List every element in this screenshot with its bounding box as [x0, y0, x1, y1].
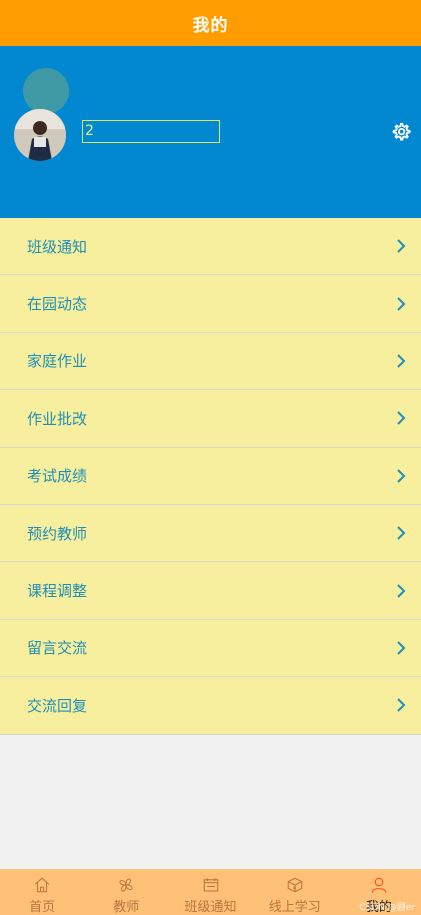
menu-item-messages[interactable]: 留言交流 [0, 619, 421, 678]
notice-icon [203, 878, 218, 892]
menu-item-replies[interactable]: 交流回复 [0, 677, 421, 735]
chevron-right-icon [397, 469, 406, 483]
chevron-right-icon [397, 411, 406, 426]
menu-item-label: 预约教师 [27, 524, 88, 543]
menu-item-book-teacher[interactable]: 预约教师 [0, 504, 421, 563]
menu-item-course-adjust[interactable]: 课程调整 [0, 562, 421, 620]
menu-item-label: 留言交流 [27, 639, 88, 658]
user-icon [371, 877, 387, 893]
tab-online-study[interactable]: 线上学习 [253, 869, 337, 915]
chevron-right-icon [397, 354, 406, 368]
tab-label: 线上学习 [268, 900, 321, 915]
menu-item-homework[interactable]: 家庭作业 [0, 332, 421, 391]
online-study-icon [287, 877, 302, 893]
teacher-icon [119, 878, 133, 892]
page-title: 我的 [192, 15, 229, 36]
menu-item-exam-scores[interactable]: 考试成绩 [0, 447, 421, 505]
avatar[interactable] [14, 109, 66, 161]
chevron-right-icon [397, 239, 406, 253]
menu-item-label: 作业批改 [27, 409, 88, 428]
tab-home[interactable]: 首页 [0, 869, 84, 915]
tab-label: 教师 [113, 900, 140, 915]
chevron-right-icon [397, 583, 406, 598]
menu-item-label: 交流回复 [27, 696, 88, 715]
chevron-right-icon [397, 296, 406, 311]
menu-item-campus-activity[interactable]: 在园动态 [0, 275, 421, 333]
tab-label: 班级通知 [184, 900, 237, 915]
username-field[interactable]: 2 [82, 120, 220, 143]
tab-teacher[interactable]: 教师 [84, 869, 168, 915]
menu-item-label: 考试成绩 [27, 467, 88, 486]
tab-class-notice[interactable]: 班级通知 [168, 869, 252, 915]
chevron-right-icon [397, 698, 406, 713]
menu-list: 班级通知 在园动态 家庭作业 作业批改 考试成绩 预约教师 课程调整 留言交流 … [0, 218, 421, 735]
menu-item-homework-grading[interactable]: 作业批改 [0, 390, 421, 448]
top-bar: 我的 [0, 0, 421, 46]
home-icon [34, 877, 50, 893]
avatar-placeholder-circle [23, 68, 69, 114]
menu-item-label: 在园动态 [27, 295, 88, 314]
menu-item-class-notice[interactable]: 班级通知 [0, 218, 421, 276]
gear-icon[interactable] [390, 121, 412, 143]
menu-item-label: 课程调整 [27, 582, 88, 601]
chevron-right-icon [397, 641, 406, 655]
bottom-tab-bar: 首页 教师 班级通知 线上学习 我的 CSDN @顾er [0, 869, 421, 915]
tab-label: 首页 [29, 900, 56, 915]
menu-item-label: 班级通知 [27, 237, 88, 256]
chevron-right-icon [397, 526, 406, 540]
menu-item-label: 家庭作业 [27, 352, 88, 371]
watermark: CSDN @顾er [359, 903, 415, 913]
profile-header: 2 [0, 46, 421, 218]
